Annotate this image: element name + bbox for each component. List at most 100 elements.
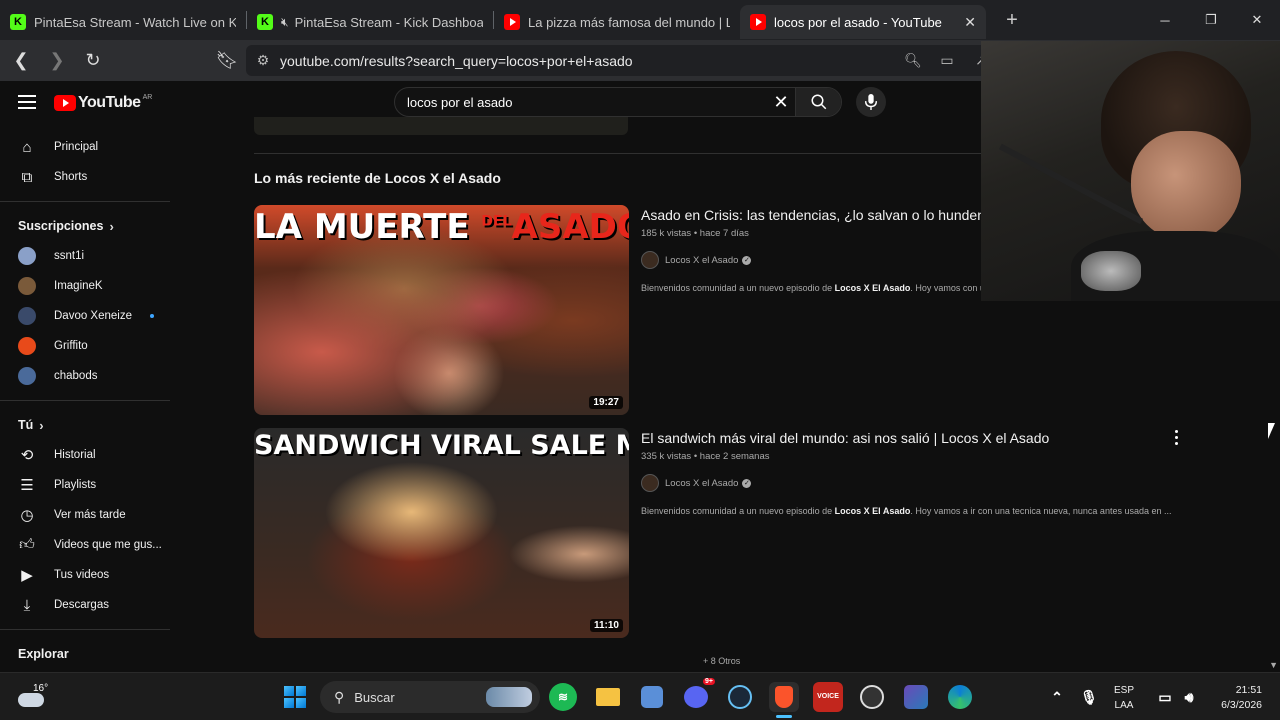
clear-search-icon[interactable]: ✕ [767, 92, 795, 113]
muted-speaker-icon[interactable]: 🔇︎ [281, 15, 289, 30]
clock-date: 6/3/2026 [1221, 699, 1262, 711]
sidebar-item-descargas[interactable]: ⤓ Descargas [0, 590, 172, 620]
channel-name[interactable]: Locos X el Asado [665, 255, 738, 266]
video-result[interactable]: SANDWICH VIRAL SALE MAL 11:10 El sandwic… [254, 428, 1280, 638]
video-icon: ▶ [21, 567, 33, 584]
active-indicator [776, 715, 792, 718]
sidebar-explore-header: Explorar [0, 639, 172, 669]
taskbar-search[interactable]: ⚲ Buscar [320, 681, 540, 713]
back-button[interactable]: ❮ [6, 46, 36, 76]
youtube-favicon-icon [504, 14, 520, 30]
meta-separator: • [693, 228, 698, 239]
zoom-icon[interactable]: 🔍︎ [896, 52, 930, 69]
obs-icon[interactable] [857, 682, 887, 712]
video-description-snippet: Bienvenidos comunidad a un nuevo episodi… [641, 506, 1201, 516]
sidebar-subscriptions-header[interactable]: Suscripciones › [0, 211, 172, 241]
weather-widget[interactable]: 16° [18, 683, 48, 711]
region-code: AR [142, 94, 153, 101]
sidebar-item-label: Videos que me gus... [54, 539, 162, 551]
steam-icon[interactable] [725, 682, 755, 712]
start-button[interactable] [284, 686, 306, 708]
browser-tab-3[interactable]: La pizza más famosa del mundo | La [494, 5, 740, 39]
channel-avatar[interactable] [641, 251, 659, 269]
volume-icon[interactable]: 🔊︎ [1174, 682, 1204, 712]
video-thumbnail[interactable]: SANDWICH VIRAL SALE MAL 11:10 [254, 428, 629, 638]
avatar [18, 367, 36, 385]
site-settings-icon[interactable]: ⚙ [246, 52, 280, 69]
edge-icon[interactable] [945, 682, 975, 712]
forward-button[interactable]: ❯ [42, 46, 72, 76]
more-actions-icon[interactable] [1170, 428, 1182, 446]
browser-tab-1[interactable]: K PintaEsa Stream - Watch Live on K [0, 5, 246, 39]
sidebar-item-davoo-xeneize[interactable]: Davoo Xeneize [0, 301, 172, 331]
temperature: 16° [33, 683, 49, 694]
search-label: Buscar [354, 689, 395, 705]
sidebar-item-imaginek[interactable]: ImagineK [0, 271, 172, 301]
language-code: ESP [1114, 685, 1135, 696]
address-bar[interactable]: ⚙ youtube.com/results?search_query=locos… [246, 45, 1032, 76]
channel-avatar[interactable] [641, 474, 659, 492]
sidebar-item-label: Tus videos [54, 569, 110, 581]
minimize-icon[interactable]: ─ [1142, 0, 1188, 40]
show-more-button[interactable]: + 8 Otros [703, 656, 740, 666]
search-box[interactable]: locos por el asado ✕ [394, 87, 842, 117]
chevron-up-icon[interactable]: ⌃ [1042, 682, 1072, 712]
restore-icon[interactable]: ❐ [1188, 0, 1234, 40]
thumbnail-text: ASADO [511, 207, 629, 247]
bookmark-icon[interactable]: 🔖︎ [212, 46, 242, 76]
sidebar-you-header[interactable]: Tú › [0, 410, 172, 440]
microphone-icon[interactable]: 🎙︎ [1074, 682, 1104, 712]
input-language-indicator[interactable]: ESP LAA [1114, 683, 1134, 713]
scroll-down-arrow-icon[interactable]: ▼ [1269, 660, 1278, 670]
sidebar-item-videos-que-me-gustan[interactable]: 👍︎ Videos que me gus... [0, 530, 172, 560]
sidebar-item-tus-videos[interactable]: ▶ Tus videos [0, 560, 172, 590]
sidebar-item-playlists[interactable]: ☰ Playlists [0, 470, 172, 500]
video-thumbnail[interactable]: LA MUERTE DELASADO 19:27 [254, 205, 629, 415]
sidebar-item-ver-mas-tarde[interactable]: ◷ Ver más tarde [0, 500, 172, 530]
thumbs-up-icon: 👍︎ [19, 536, 35, 553]
youtube-logo[interactable]: YouTube AR [54, 94, 152, 112]
sidebar-item-shorts[interactable]: ⧉ Shorts [0, 162, 172, 192]
sidebar-item-label: Historial [54, 449, 96, 461]
channel-row[interactable]: Locos X el Asado ✓ [641, 474, 1201, 492]
sidebar-item-historial[interactable]: ⟲ Historial [0, 440, 172, 470]
search-icon [811, 94, 826, 110]
playlist-icon: ☰ [20, 477, 34, 494]
sidebar-item-chabods[interactable]: chabods [0, 361, 172, 391]
file-explorer-icon[interactable] [593, 682, 623, 712]
search-input[interactable]: locos por el asado [395, 95, 767, 110]
reload-button[interactable]: ↻ [78, 46, 108, 76]
tab-title: PintaEsa Stream - Kick Dashboard [294, 14, 483, 30]
sidebar-item-griffito[interactable]: Griffito [0, 331, 172, 361]
cast-icon[interactable]: ▭ [930, 52, 964, 69]
browser-tab-4-active[interactable]: locos por el asado - YouTube ✕ [740, 5, 986, 39]
settings-icon[interactable] [637, 682, 667, 712]
browser-tab-2[interactable]: K 🔇︎ PintaEsa Stream - Kick Dashboard [247, 5, 493, 39]
video-info: El sandwich más viral del mundo: asi nos… [641, 428, 1201, 516]
thumbnail-headline: LA MUERTE DELASADO [254, 207, 629, 247]
description-text: Bienvenidos comunidad a un nuevo episodi… [641, 283, 835, 293]
new-tab-button[interactable]: + [992, 9, 1032, 32]
menu-icon[interactable] [18, 95, 36, 109]
youtube-sidebar: ⌂ Principal ⧉ Shorts Suscripciones › ssn… [0, 123, 172, 672]
brave-browser-icon[interactable] [769, 682, 799, 718]
video-title[interactable]: El sandwich más viral del mundo: asi nos… [641, 428, 1201, 448]
voice-search-button[interactable] [856, 87, 886, 117]
system-clock[interactable]: 21:51 6/3/2026 [1204, 683, 1262, 713]
spotify-icon[interactable]: ≋ [549, 683, 577, 711]
previous-thumbnail-fragment[interactable] [254, 117, 628, 135]
avatar [18, 277, 36, 295]
upload-age: hace 2 semanas [699, 451, 770, 462]
close-tab-icon[interactable]: ✕ [964, 14, 976, 31]
sidebar-item-principal[interactable]: ⌂ Principal [0, 132, 172, 162]
game-app-icon[interactable] [901, 682, 931, 712]
voicemeeter-icon[interactable]: VOICE [813, 682, 843, 712]
channel-name[interactable]: Locos X el Asado [665, 478, 738, 489]
search-button[interactable] [795, 88, 841, 116]
sidebar-item-label: Davoo Xeneize [54, 310, 132, 322]
discord-icon[interactable]: 9+ [681, 678, 715, 712]
sidebar-item-ssnt1i[interactable]: ssnt1i [0, 241, 172, 271]
close-window-icon[interactable]: ✕ [1234, 0, 1280, 40]
sidebar-item-label: Descargas [54, 599, 109, 611]
url-text[interactable]: youtube.com/results?search_query=locos+p… [280, 53, 896, 69]
